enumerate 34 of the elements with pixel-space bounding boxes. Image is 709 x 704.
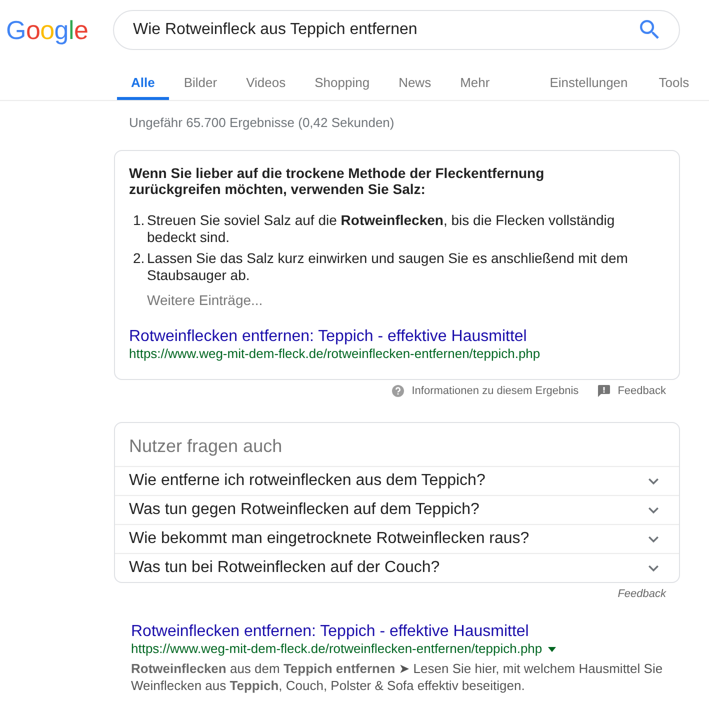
logo-text[interactable]: Google xyxy=(6,15,88,45)
feedback-link[interactable]: Feedback xyxy=(618,587,666,601)
step-number: 1. xyxy=(133,212,146,230)
result-url: https://www.weg-mit-dem-fleck.de/rotweinflecken-entfernen/teppich.php xyxy=(129,346,540,362)
step-text: Lassen Sie das Salz kurz einwirken und saugen Sie es anschließend mit dem Staubsauger ab. xyxy=(147,250,629,284)
questions-heading: Nutzer fragen auch xyxy=(128,435,284,458)
step-number: 2. xyxy=(133,250,146,268)
question-row[interactable]: Was tun gegen Rotweinflecken auf dem Teppich? xyxy=(115,495,679,524)
nav-tab[interactable]: News xyxy=(384,62,446,100)
help-icon xyxy=(392,385,404,397)
step-text: Streuen Sie soviel Salz auf die Rotweinflecken, bis die Flecken vollständig bedeckt sind. xyxy=(147,212,616,246)
result-snippet: Rotweinflecken aus dem Teppich entfernen ➤ Lesen Sie hier, mit welchem Hausmittel Sie Weinflecken aus Teppich, Couch, Polster & Sofa effektiv beseitigen. xyxy=(131,660,664,694)
snippet-heading: Wenn Sie lieber auf die trockene Methode der Fleckentfernung zurückgreifen möchten, verwenden Sie Salz: xyxy=(129,165,546,197)
more-link[interactable]: Weitere Einträge... xyxy=(147,292,263,309)
result-title-link[interactable]: Rotweinflecken entfernen: Teppich - effektive Hausmittel xyxy=(131,623,529,641)
feedback-icon xyxy=(598,385,610,397)
caret-icon[interactable] xyxy=(548,646,556,652)
search-icon[interactable] xyxy=(640,20,660,40)
result-url: https://www.weg-mit-dem-fleck.de/rotweinflecken-entfernen/teppich.php xyxy=(131,641,542,657)
question-row[interactable]: Wie bekommt man eingetrocknete Rotweinflecken raus? xyxy=(115,524,679,553)
search-field[interactable]: Wie Rotweinfleck aus Teppich entfernen xyxy=(113,10,680,50)
result-title-link[interactable]: Rotweinflecken entfernen: Teppich - effektive Hausmittel xyxy=(129,327,527,346)
info-link[interactable]: Informationen zu diesem Ergebnis xyxy=(392,384,579,398)
result-stats: Ungefähr 65.700 Ergebnisse (0,42 Sekunden) xyxy=(129,115,394,131)
nav-tab[interactable]: Videos xyxy=(232,62,300,100)
nav-tab[interactable]: Alle xyxy=(117,62,169,100)
nav-tab[interactable]: Shopping xyxy=(300,62,384,100)
question-row[interactable]: Was tun bei Rotweinflecken auf der Couch? xyxy=(115,553,679,582)
nav-tab[interactable]: Mehr xyxy=(446,62,504,100)
feedback-link[interactable]: Feedback xyxy=(598,384,666,398)
question-row[interactable]: Wie entferne ich rotweinflecken aus dem Teppich? xyxy=(115,466,679,495)
nav-tab[interactable]: Bilder xyxy=(170,62,232,100)
nav-link[interactable]: Einstellungen xyxy=(536,62,642,100)
nav-link[interactable]: Tools xyxy=(644,62,704,100)
